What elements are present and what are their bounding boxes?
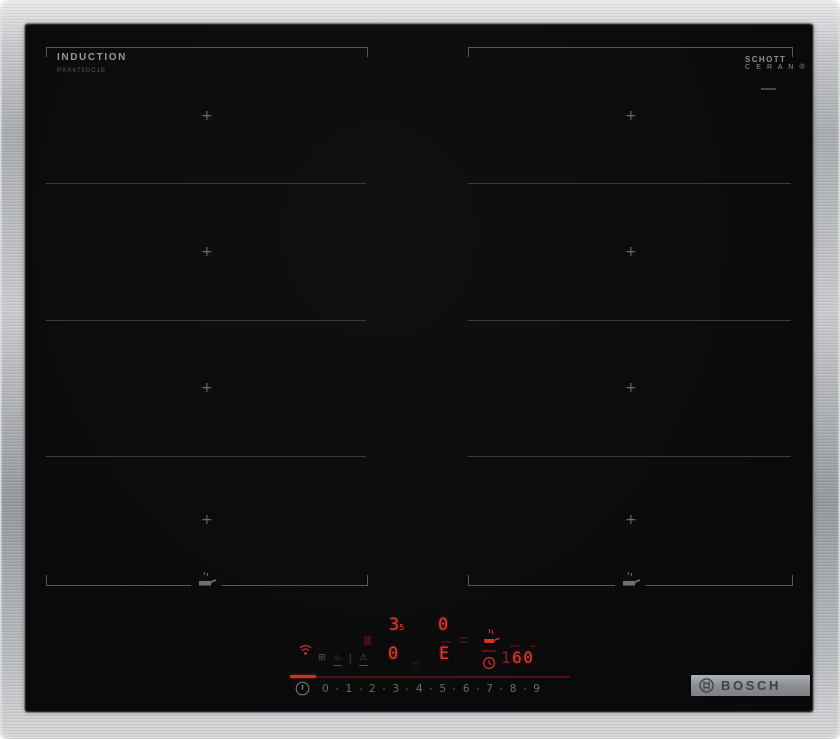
- level-key-4[interactable]: 4: [416, 683, 423, 695]
- level-key-3[interactable]: 3: [392, 683, 399, 695]
- left-zone-top-bracket: [46, 47, 368, 57]
- schott-ceran-logo: SCHOTT C E R A N ®: [745, 55, 807, 72]
- right-zone-top-bracket: [468, 47, 793, 57]
- fry-sensor-underline: [482, 650, 496, 652]
- half-step-digit: 5: [399, 623, 405, 632]
- power-button[interactable]: [295, 681, 310, 696]
- timer-sec-label-mark: [530, 645, 537, 647]
- cooktop-photo: INDUCTION PXX675DC1E SCHOTT C E R A N ® …: [0, 0, 840, 739]
- timer-min-label-mark: [510, 645, 519, 647]
- left-zone-divider: [46, 183, 366, 184]
- schott-fine-print: [761, 88, 776, 90]
- star-indicator-icon: ☆: [411, 658, 422, 672]
- level-key-6[interactable]: 6: [463, 683, 470, 695]
- right-zone-divider: [468, 320, 791, 321]
- function-key-cluster: ⊞ ♨ | ⚠: [318, 654, 368, 666]
- home-connect-wifi-icon: [298, 643, 313, 661]
- ceramic-glass-surface: INDUCTION PXX675DC1E SCHOTT C E R A N ® …: [26, 25, 812, 711]
- level-key-5[interactable]: 5: [439, 683, 446, 695]
- level-key-2[interactable]: 2: [369, 683, 376, 695]
- move-key[interactable]: ♨: [332, 653, 342, 666]
- power-level-slider[interactable]: 0 1 2 3 4 5 6 7 8 9: [322, 683, 540, 695]
- level-separator-dot: [336, 688, 339, 690]
- left-zone-center-mark: +: [201, 108, 213, 124]
- left-zone-divider: [46, 456, 366, 457]
- left-zone-center-mark: +: [201, 244, 213, 260]
- zone-select-indicator-left: [364, 636, 371, 645]
- pan-move-icon: ♨: [333, 653, 342, 663]
- ceran-line: C E R A N ®: [745, 64, 807, 72]
- right-zone-center-mark: +: [625, 244, 637, 260]
- zone-display-bottom-left: 0: [388, 644, 399, 664]
- level-key-0[interactable]: 0: [322, 683, 329, 695]
- bosch-badge: BOSCH: [691, 675, 810, 696]
- zone-display-top-left: 35: [389, 615, 405, 635]
- panel-divider-line: [316, 676, 570, 678]
- level-separator-dot: [383, 688, 386, 690]
- level-key-1[interactable]: 1: [345, 683, 352, 695]
- right-zone-divider: [468, 456, 791, 457]
- right-zone-center-mark: +: [625, 512, 637, 528]
- level-separator-dot: [406, 688, 409, 690]
- zone-display-top-right: 0: [438, 615, 449, 635]
- timer-display: 160: [501, 650, 534, 666]
- level-separator-dot: [359, 688, 362, 690]
- pause-icon: ⊞: [318, 653, 326, 663]
- bosch-logo-text: BOSCH: [721, 678, 781, 693]
- right-zone-center-mark: +: [625, 380, 637, 396]
- frying-pan-icon: [615, 568, 645, 590]
- level-separator-dot: [476, 688, 479, 690]
- model-number-label: PXX675DC1E: [57, 67, 107, 74]
- zone-display-bottom-right: E: [439, 644, 450, 664]
- bosch-logo-icon: [699, 678, 714, 693]
- alarm-key[interactable]: ⚠: [358, 653, 368, 666]
- zone-select-indicator-right: [459, 637, 467, 639]
- level-key-7[interactable]: 7: [486, 683, 493, 695]
- level-separator-dot: [453, 688, 456, 690]
- left-zone-center-mark: +: [201, 380, 213, 396]
- right-zone-center-mark: +: [625, 108, 637, 124]
- alarm-icon: ⚠: [359, 653, 368, 663]
- left-zone-divider: [46, 320, 366, 321]
- pause-key[interactable]: ⊞: [318, 654, 326, 663]
- right-zone-divider: [468, 183, 791, 184]
- left-zone-center-mark: +: [201, 512, 213, 528]
- zone-select-indicator-right: [459, 641, 467, 643]
- timer-bright-digits: 60: [512, 648, 535, 667]
- level-key-8[interactable]: 8: [510, 683, 517, 695]
- timer-clock-icon[interactable]: [482, 656, 496, 675]
- panel-accent-line: [290, 675, 316, 678]
- timer-dim-digit: 1: [501, 648, 513, 667]
- level-separator-dot: [429, 688, 432, 690]
- key-separator: |: [348, 653, 352, 664]
- level-separator-dot: [500, 688, 503, 690]
- display-minute-mark: [441, 641, 451, 643]
- frying-pan-icon: [191, 568, 221, 590]
- level-key-9[interactable]: 9: [533, 683, 540, 695]
- level-separator-dot: [523, 688, 526, 690]
